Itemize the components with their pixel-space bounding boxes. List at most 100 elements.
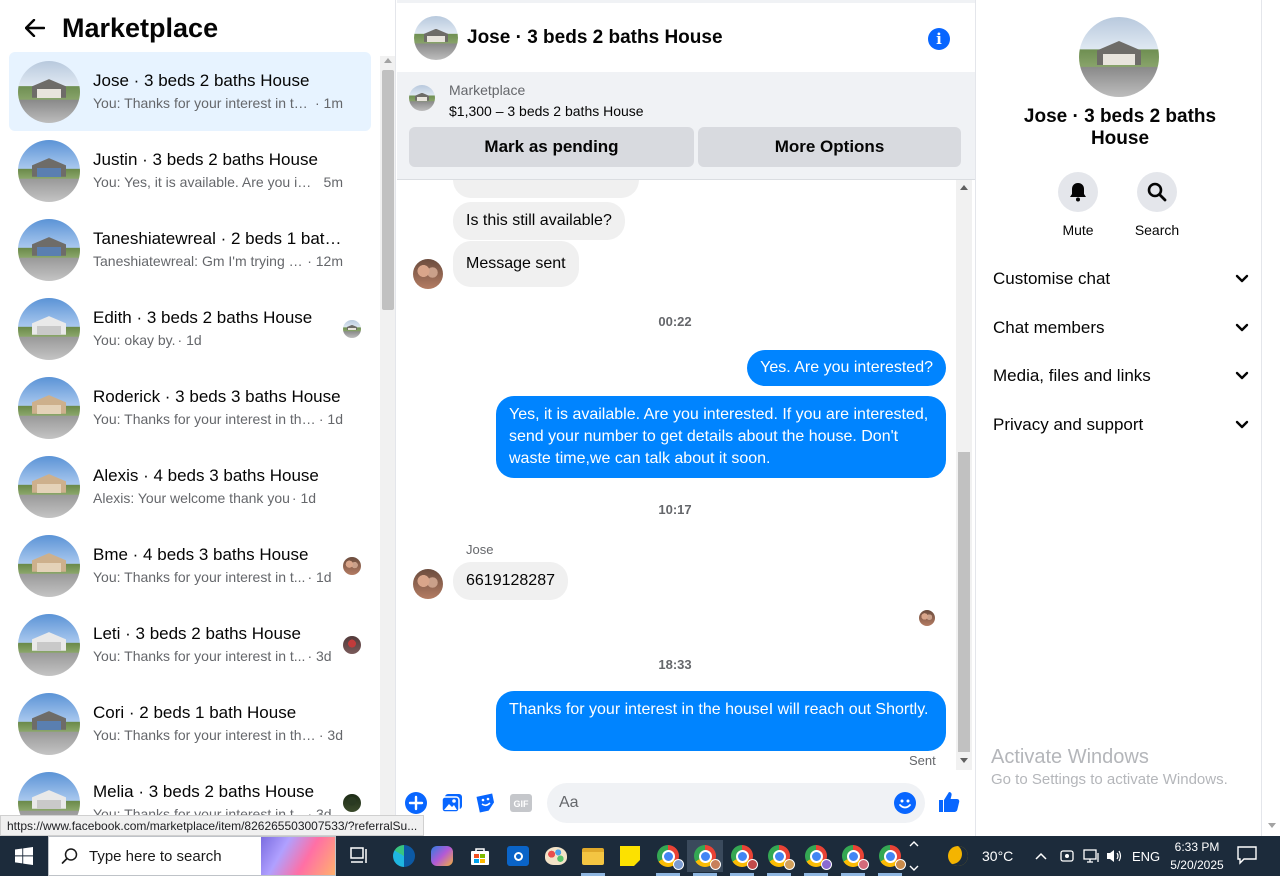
conversation-item-leti[interactable]: Leti · 3 beds 2 baths House You: Thanks … bbox=[9, 605, 371, 684]
conversation-item-justin[interactable]: Justin · 3 beds 2 baths House You: Yes, … bbox=[9, 131, 371, 210]
outlook-icon[interactable] bbox=[500, 840, 536, 872]
chrome-icon[interactable] bbox=[687, 840, 723, 876]
more-options-button[interactable]: More Options bbox=[698, 127, 961, 167]
sender-name: Jose bbox=[466, 542, 494, 557]
listing-price-title[interactable]: $1,300 – 3 beds 2 baths House bbox=[449, 103, 644, 119]
task-view-icon[interactable] bbox=[342, 840, 378, 872]
scroll-down-arrow-icon[interactable] bbox=[960, 758, 968, 763]
section-media-files-links[interactable]: Media, files and links bbox=[993, 355, 1249, 397]
details-avatar[interactable] bbox=[1079, 17, 1159, 97]
sidebar-scrollbar[interactable] bbox=[380, 56, 395, 836]
message-bubble-partial bbox=[453, 180, 639, 198]
seen-avatar bbox=[343, 556, 361, 575]
volume-icon[interactable] bbox=[1106, 836, 1124, 876]
taskbar-search-box[interactable]: Type here to search bbox=[48, 836, 336, 876]
paint-icon[interactable] bbox=[538, 840, 574, 872]
conversation-name: Bme · 4 beds 3 baths House bbox=[93, 545, 309, 564]
listing-avatar bbox=[18, 297, 80, 360]
section-chat-members[interactable]: Chat members bbox=[993, 307, 1249, 349]
gif-icon[interactable]: GIF bbox=[509, 791, 533, 815]
conversation-time: · 1d bbox=[291, 490, 317, 506]
conversation-item-jose[interactable]: Jose · 3 beds 2 baths House You: Thanks … bbox=[9, 52, 371, 131]
app-window: Marketplace Jose · 3 beds 2 baths House … bbox=[0, 0, 1280, 876]
section-privacy-support[interactable]: Privacy and support bbox=[993, 404, 1249, 446]
chevron-down-icon bbox=[1235, 371, 1249, 380]
meet-now-icon[interactable] bbox=[1059, 836, 1075, 876]
conversation-item-bme[interactable]: Bme · 4 beds 3 baths House You: Thanks f… bbox=[9, 526, 371, 605]
scroll-up-arrow-icon[interactable] bbox=[384, 58, 392, 63]
sticker-icon[interactable] bbox=[474, 791, 498, 815]
copilot-icon[interactable] bbox=[424, 840, 460, 872]
notification-center-icon[interactable] bbox=[1236, 845, 1258, 865]
conversation-item-edith[interactable]: Edith · 3 beds 2 baths House You: okay b… bbox=[9, 289, 371, 368]
thumbs-up-icon[interactable] bbox=[937, 790, 961, 814]
message-bubble-incoming: Message sent bbox=[453, 241, 579, 287]
chrome-icon[interactable] bbox=[761, 840, 797, 876]
chrome-icon[interactable] bbox=[724, 840, 760, 876]
conversation-name: Alexis · 4 beds 3 baths House bbox=[93, 466, 319, 485]
message-thread: Is this still available? Message sent 00… bbox=[397, 180, 953, 770]
weather-widget[interactable]: 30°C bbox=[948, 836, 1013, 876]
conversation-preview: Alexis: Your welcome thank you bbox=[93, 490, 290, 506]
conversation-preview: You: okay by. bbox=[93, 332, 176, 348]
conversation-sidebar: Marketplace Jose · 3 beds 2 baths House … bbox=[0, 0, 396, 836]
conversation-preview: You: Thanks for your interest in th... bbox=[93, 95, 313, 111]
chrome-icon[interactable] bbox=[872, 840, 908, 876]
chrome-icon[interactable] bbox=[650, 840, 686, 876]
conversation-name: Leti · 3 beds 2 baths House bbox=[93, 624, 301, 643]
search-button[interactable]: Search bbox=[1122, 172, 1192, 238]
conversation-item-cori[interactable]: Cori · 2 beds 1 bath House You: Thanks f… bbox=[9, 684, 371, 763]
chat-avatar[interactable] bbox=[414, 15, 458, 60]
windows-start-icon[interactable] bbox=[0, 836, 48, 876]
scroll-up-arrow-icon[interactable] bbox=[960, 185, 968, 190]
language-indicator[interactable]: ENG bbox=[1132, 836, 1160, 876]
file-explorer-icon[interactable] bbox=[575, 840, 611, 876]
conversation-time: · 3d bbox=[307, 648, 332, 664]
system-clock[interactable]: 6:33 PM 5/20/2025 bbox=[1162, 838, 1232, 874]
conversation-name: Melia · 3 beds 2 baths House bbox=[93, 782, 315, 801]
details-panel: Jose · 3 beds 2 baths House Mute Search … bbox=[975, 0, 1265, 836]
chat-scrollbar[interactable] bbox=[956, 180, 972, 770]
sticky-notes-icon[interactable] bbox=[612, 840, 648, 872]
taskbar-scroll-arrows[interactable] bbox=[908, 836, 928, 876]
conversation-item-taneshiatewreal[interactable]: Taneshiatewreal · 2 beds 1 bath ... Tane… bbox=[9, 210, 371, 289]
conversation-item-alexis[interactable]: Alexis · 4 beds 3 baths House Alexis: Yo… bbox=[9, 447, 371, 526]
search-highlight-image bbox=[261, 837, 335, 875]
watermark-title: Activate Windows bbox=[991, 746, 1149, 768]
mark-as-pending-button[interactable]: Mark as pending bbox=[409, 127, 694, 167]
photo-icon[interactable] bbox=[440, 791, 464, 815]
conversation-time: 5m bbox=[323, 174, 343, 190]
network-icon[interactable] bbox=[1083, 836, 1101, 876]
store-icon[interactable] bbox=[462, 840, 498, 872]
watermark-subtitle: Go to Settings to activate Windows. bbox=[991, 771, 1228, 788]
back-arrow-icon[interactable] bbox=[20, 13, 50, 43]
clock-time: 6:33 PM bbox=[1174, 840, 1220, 854]
seen-avatar bbox=[343, 319, 361, 338]
info-icon[interactable]: i bbox=[928, 28, 950, 50]
sidebar-scroll-thumb[interactable] bbox=[382, 70, 394, 310]
plus-icon[interactable] bbox=[404, 791, 428, 815]
bell-icon bbox=[1058, 172, 1098, 212]
message-timestamp: 10:17 bbox=[658, 502, 692, 517]
conversation-time: · 1m bbox=[315, 95, 343, 111]
chat-scroll-thumb[interactable] bbox=[958, 452, 970, 752]
section-label: Customise chat bbox=[993, 269, 1111, 288]
chrome-icon[interactable] bbox=[835, 840, 871, 876]
listing-avatar bbox=[18, 60, 80, 123]
listing-avatar bbox=[18, 534, 80, 597]
conversation-preview: You: Thanks for your interest in the... bbox=[93, 411, 317, 427]
mute-button[interactable]: Mute bbox=[1043, 172, 1113, 238]
conversation-preview: You: Thanks for your interest in t... bbox=[93, 648, 306, 664]
section-customise-chat[interactable]: Customise chat bbox=[993, 258, 1249, 300]
edge-icon[interactable] bbox=[386, 840, 422, 872]
chat-title[interactable]: Jose · 3 beds 2 baths House bbox=[467, 27, 723, 49]
chrome-icon[interactable] bbox=[798, 840, 834, 876]
listing-thumbnail[interactable] bbox=[409, 85, 435, 111]
message-input[interactable] bbox=[547, 783, 925, 823]
scroll-down-arrow-icon[interactable] bbox=[1268, 823, 1276, 828]
chevron-down-icon bbox=[1235, 420, 1249, 429]
conversation-time: · 1d bbox=[307, 569, 332, 585]
conversation-item-roderick[interactable]: Roderick · 3 beds 3 baths House You: Tha… bbox=[9, 368, 371, 447]
emoji-icon[interactable] bbox=[894, 792, 916, 814]
show-hidden-icons-icon[interactable] bbox=[1034, 836, 1048, 876]
